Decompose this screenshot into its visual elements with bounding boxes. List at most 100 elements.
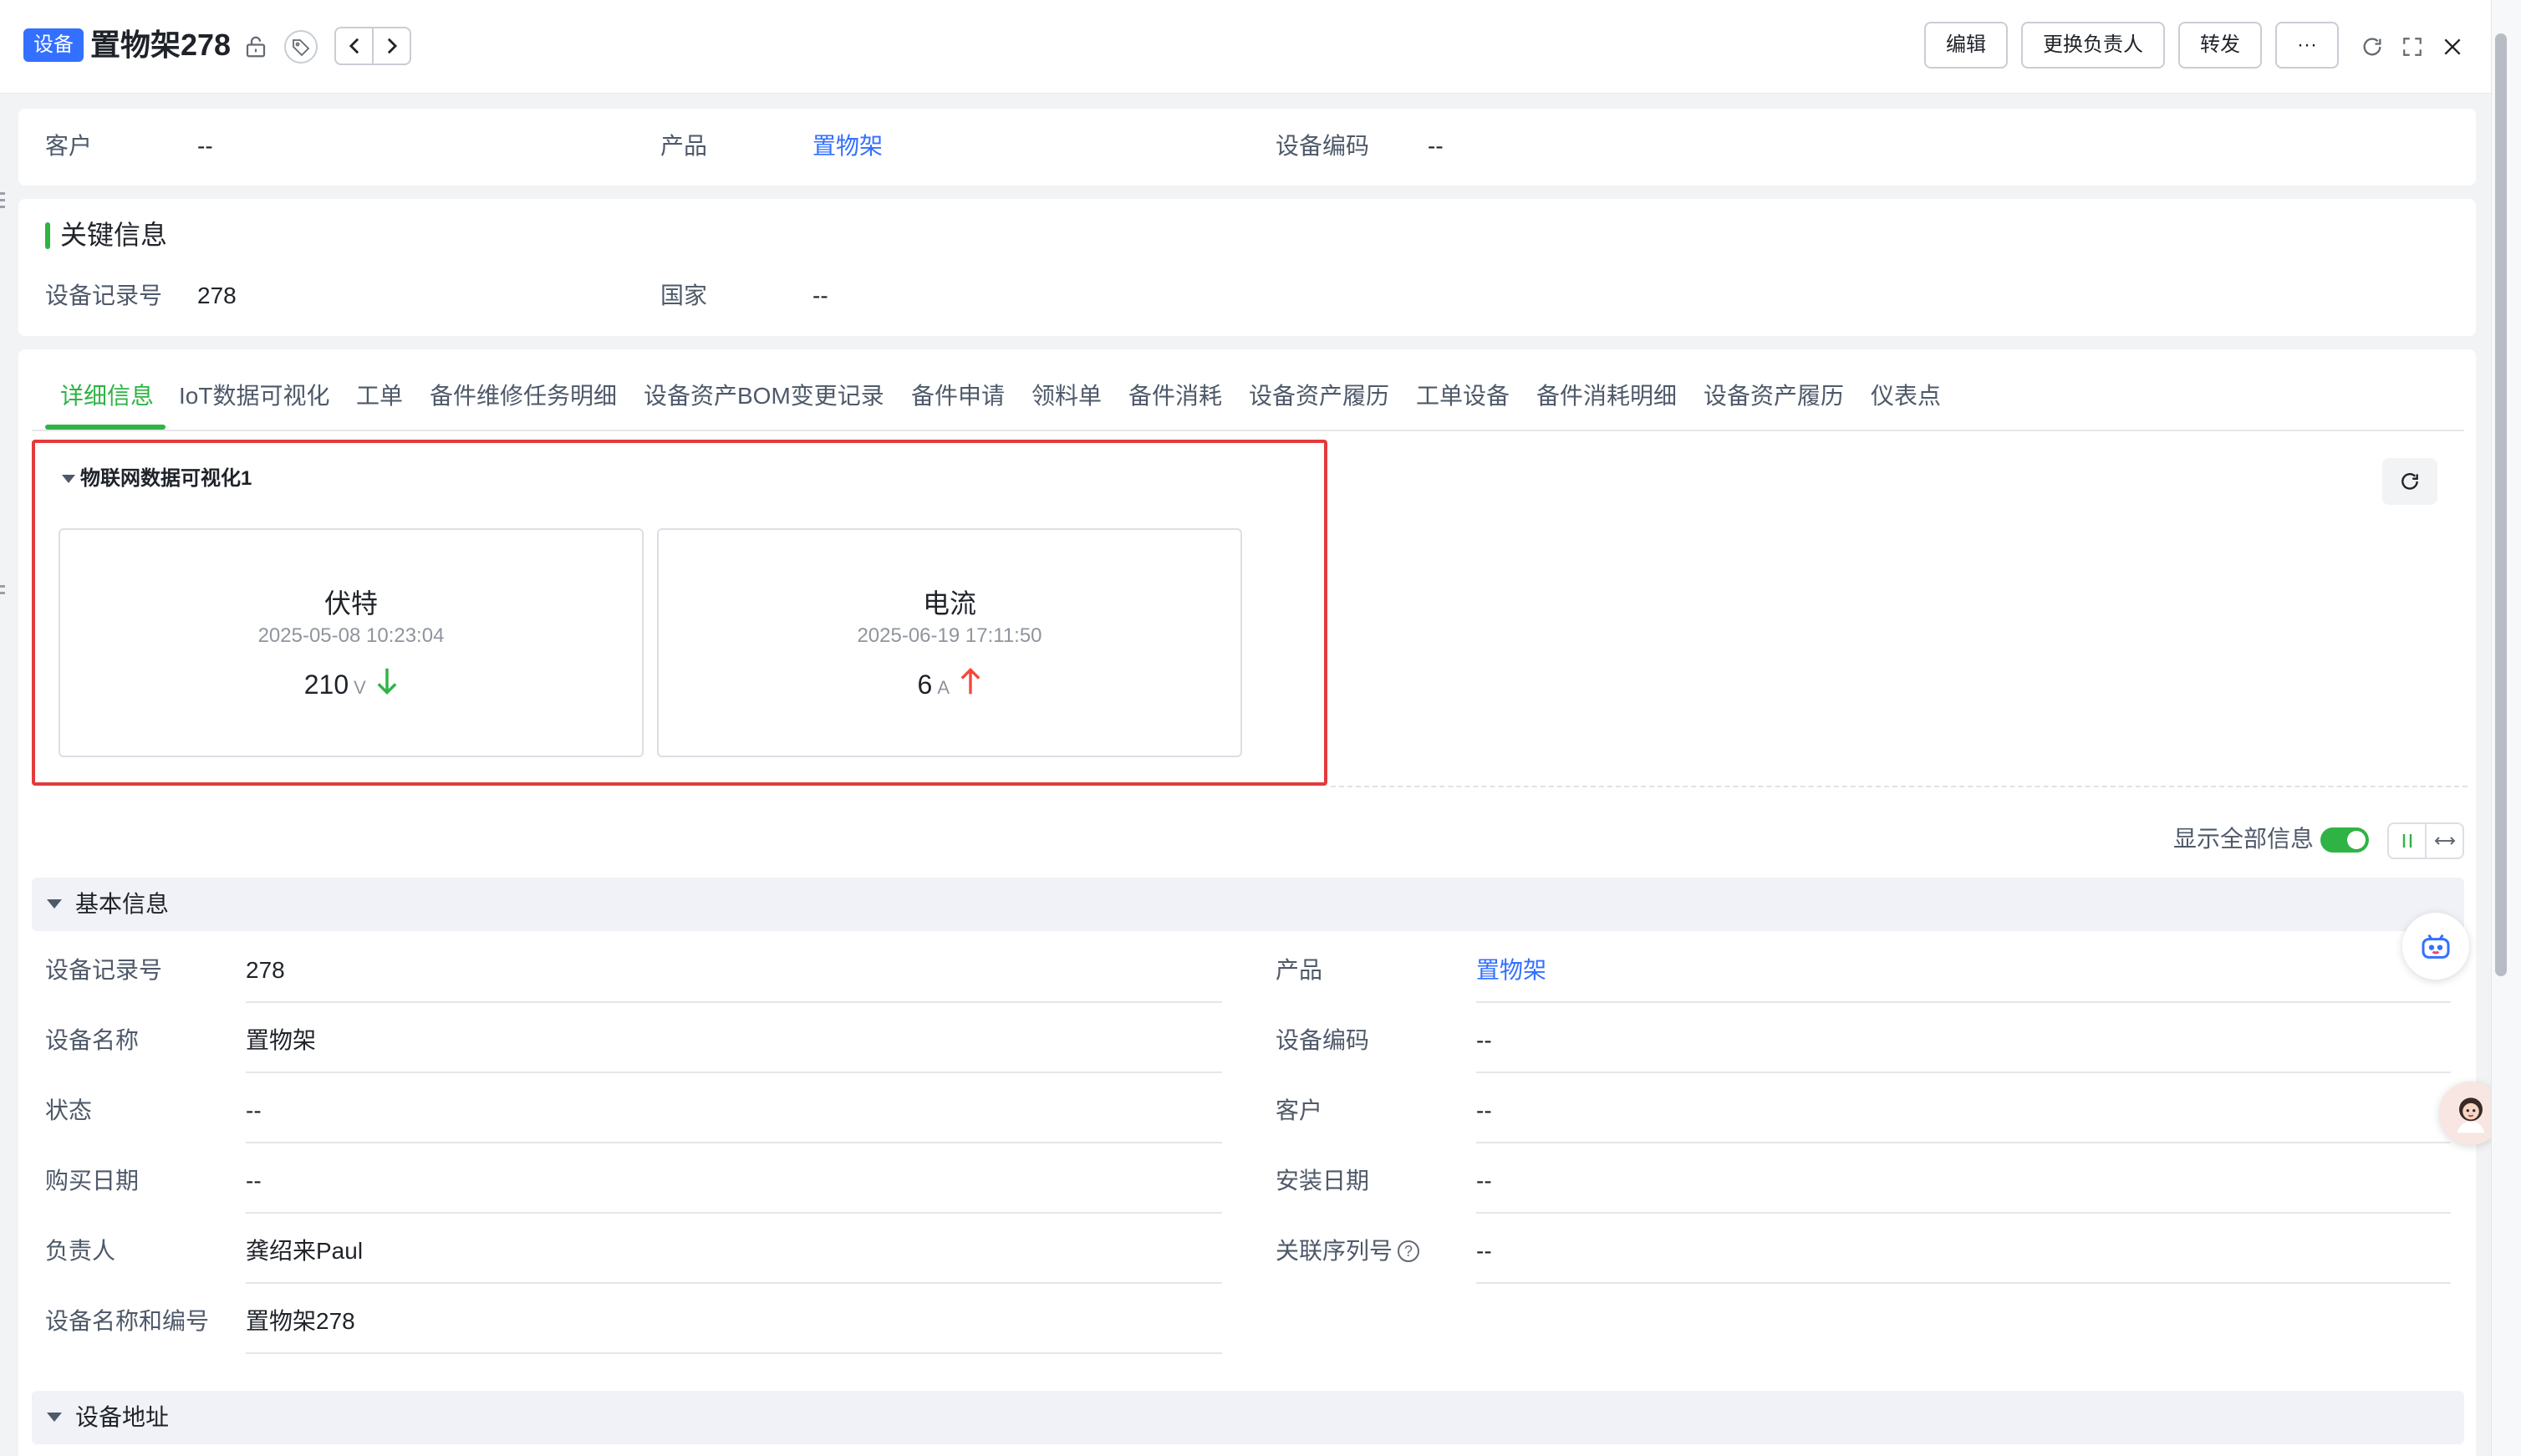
- layout-switcher: [2387, 822, 2464, 859]
- scrollbar-thumb[interactable]: [2495, 33, 2507, 976]
- forward-button[interactable]: 转发: [2178, 22, 2262, 69]
- show-all-toggle[interactable]: [2320, 827, 2369, 853]
- field-label: 产品: [1276, 957, 1323, 983]
- object-type-badge: 设备: [23, 28, 84, 62]
- fullscreen-icon[interactable]: [2396, 30, 2429, 64]
- record-number-value: 278: [197, 283, 237, 308]
- chevron-right-icon[interactable]: [372, 28, 410, 64]
- section-divider: [1331, 786, 2468, 787]
- field-underline: [1476, 1072, 2451, 1073]
- device-address-group[interactable]: 设备地址: [32, 1391, 2464, 1444]
- field-underline: [246, 1212, 1222, 1214]
- field-underline: [246, 1001, 1222, 1003]
- collapse-caret-icon[interactable]: [62, 475, 75, 483]
- metric-value: 210: [303, 669, 349, 700]
- ai-assistant-button[interactable]: [2402, 913, 2469, 980]
- field-underline: [1476, 1212, 2451, 1214]
- product-link[interactable]: 置物架: [1476, 954, 1546, 987]
- field-value: --: [246, 1168, 262, 1194]
- tag-icon[interactable]: [284, 30, 318, 64]
- arrow-down-icon: [376, 667, 398, 713]
- field-value: 置物架278: [246, 1308, 355, 1334]
- change-owner-button[interactable]: 更换负责人: [2021, 22, 2165, 69]
- metric-timestamp: 2025-06-19 17:11:50: [857, 624, 1042, 647]
- page-title: 置物架278: [90, 28, 232, 62]
- metric-card-voltage[interactable]: 伏特 2025-05-08 10:23:04 210 V: [59, 528, 644, 757]
- field-underline: [246, 1072, 1222, 1073]
- show-all-label: 显示全部信息: [2173, 826, 2315, 852]
- tab-asset-history-2[interactable]: 设备资产履历: [1704, 373, 1844, 420]
- field-label: 负责人: [45, 1238, 116, 1264]
- refresh-icon[interactable]: [2355, 30, 2389, 64]
- iot-refresh-button[interactable]: [2382, 458, 2437, 505]
- field-underline: [246, 1282, 1222, 1284]
- device-code-label: 设备编码: [1276, 133, 1370, 159]
- tab-work-order-devices[interactable]: 工单设备: [1416, 373, 1510, 420]
- product-label: 产品: [660, 133, 708, 159]
- field-underline: [246, 1352, 1222, 1354]
- field-value: --: [1476, 1027, 1492, 1053]
- field-value: --: [1476, 1238, 1492, 1264]
- field-label: 客户: [1276, 1097, 1323, 1123]
- metric-value: 6: [917, 669, 933, 700]
- active-tab-indicator: [45, 425, 166, 430]
- metric-unit: V: [354, 677, 366, 698]
- collapse-caret-icon: [47, 1413, 62, 1422]
- field-label: 设备名称和编号: [45, 1308, 210, 1334]
- tab-spare-consumption-detail[interactable]: 备件消耗明细: [1536, 373, 1677, 420]
- lock-icon[interactable]: [239, 30, 272, 64]
- metric-value-row: 210 V: [60, 664, 642, 713]
- tab-meter-points[interactable]: 仪表点: [1871, 373, 1941, 420]
- field-label: 设备编码: [1276, 1027, 1370, 1053]
- field-label: 关联序列号: [1276, 1238, 1393, 1264]
- tab-asset-history[interactable]: 设备资产履历: [1249, 373, 1389, 420]
- field-underline: [1476, 1142, 2451, 1143]
- product-link[interactable]: 置物架: [812, 130, 883, 163]
- field-value: 置物架: [246, 1027, 317, 1053]
- collapse-caret-icon: [47, 899, 62, 909]
- help-icon[interactable]: ?: [1398, 1240, 1419, 1262]
- record-navigation: [334, 27, 411, 65]
- owner-value: 龚绍来Paul: [246, 1238, 364, 1264]
- field-value: --: [246, 1097, 262, 1123]
- summary-panel: [18, 109, 2476, 186]
- tab-bom-changes[interactable]: 设备资产BOM变更记录: [644, 373, 884, 420]
- customer-value: --: [197, 133, 213, 159]
- tab-spare-requests[interactable]: 备件申请: [911, 373, 1005, 420]
- field-underline: [1476, 1282, 2451, 1284]
- metric-value-row: 6A: [659, 664, 1240, 713]
- close-icon[interactable]: [2436, 30, 2469, 64]
- metric-name: 电流: [922, 588, 976, 619]
- tab-iot-visualization[interactable]: IoT数据可视化: [179, 373, 329, 420]
- left-edge-ruler: [0, 184, 5, 652]
- field-label: 设备记录号: [45, 957, 163, 983]
- field-underline: [246, 1142, 1222, 1143]
- field-underline: [1476, 1001, 2451, 1003]
- chevron-left-icon[interactable]: [336, 28, 372, 64]
- tab-divider: [32, 430, 2464, 431]
- customer-label: 客户: [45, 133, 93, 159]
- field-label: 购买日期: [45, 1168, 140, 1194]
- field-label: 状态: [45, 1097, 93, 1123]
- tab-spare-consumption[interactable]: 备件消耗: [1128, 373, 1222, 420]
- basic-info-group[interactable]: 基本信息: [32, 878, 2464, 931]
- basic-info-title: 基本信息: [75, 891, 170, 917]
- expand-width-icon[interactable]: [2425, 824, 2462, 858]
- edit-button[interactable]: 编辑: [1924, 22, 2008, 69]
- tab-material-requisition[interactable]: 领料单: [1031, 373, 1102, 420]
- key-info-title: 关键信息: [60, 220, 168, 250]
- country-value: --: [812, 283, 828, 308]
- record-number-label: 设备记录号: [45, 283, 163, 308]
- two-column-icon[interactable]: [2389, 824, 2425, 858]
- more-button[interactable]: ···: [2275, 22, 2339, 69]
- tab-spare-repair-tasks[interactable]: 备件维修任务明细: [430, 373, 617, 420]
- tab-details[interactable]: 详细信息: [60, 373, 154, 420]
- metric-card-current[interactable]: 电流 2025-06-19 17:11:50 6A: [657, 528, 1242, 757]
- tab-work-orders[interactable]: 工单: [356, 373, 403, 420]
- field-label: 设备名称: [45, 1027, 140, 1053]
- country-label: 国家: [660, 283, 708, 308]
- device-code-value: --: [1428, 133, 1444, 159]
- field-value: --: [1476, 1168, 1492, 1194]
- section-accent-bar: [45, 222, 50, 249]
- metric-timestamp: 2025-05-08 10:23:04: [257, 624, 445, 647]
